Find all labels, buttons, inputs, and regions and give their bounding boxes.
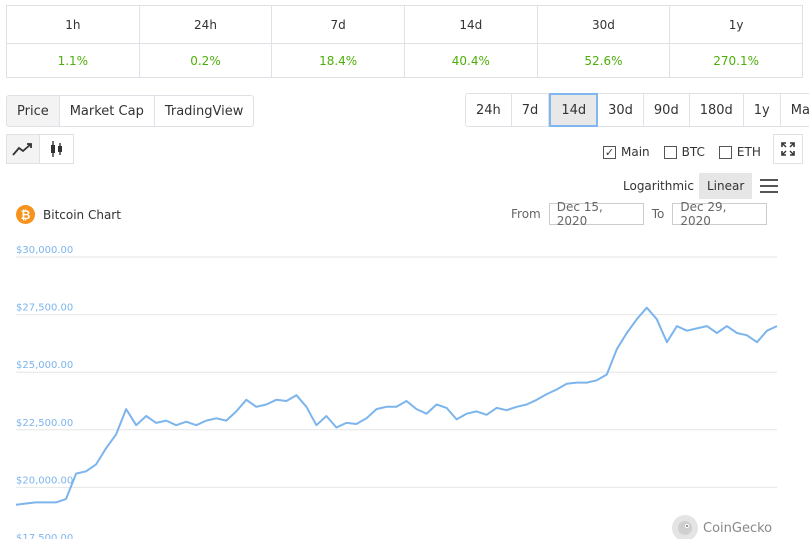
y-tick-label: $22,500.00	[16, 418, 73, 429]
comparison-checkboxes: ✓ Main BTC ETH	[603, 145, 761, 159]
change-header-1h: 1h	[6, 5, 140, 44]
bitcoin-logo-icon: ₿	[16, 205, 35, 224]
range-24h-button[interactable]: 24h	[465, 93, 512, 127]
line-chart-icon	[12, 143, 32, 156]
change-value-7d: 18.4%	[271, 43, 405, 78]
y-tick-label: $17,500.00	[16, 533, 73, 539]
checkbox-eth-label: ETH	[736, 145, 761, 159]
change-header-30d: 30d	[536, 5, 671, 44]
date-range: From Dec 15, 2020 To Dec 29, 2020	[511, 200, 768, 228]
scale-selector: Logarithmic Linear	[618, 173, 779, 199]
coingecko-credit: CoinGecko	[672, 515, 772, 539]
price-change-table: 1h 24h 7d 14d 30d 1y 1.1% 0.2% 18.4% 40.…	[6, 5, 803, 78]
expand-icon	[781, 142, 795, 156]
range-1y-button[interactable]: 1y	[743, 93, 781, 127]
hamburger-menu-icon[interactable]	[760, 179, 779, 193]
fullscreen-button[interactable]	[773, 134, 803, 164]
from-label: From	[511, 207, 541, 221]
change-value-14d: 40.4%	[403, 43, 538, 78]
y-tick-label: $27,500.00	[16, 303, 73, 314]
checkbox-main-label: Main	[621, 145, 650, 159]
range-90d-button[interactable]: 90d	[643, 93, 690, 127]
change-header-7d: 7d	[271, 5, 405, 44]
checkbox-empty-icon	[663, 145, 677, 159]
tab-market-cap[interactable]: Market Cap	[59, 95, 155, 127]
candlestick-chart-button[interactable]	[40, 134, 74, 164]
change-header-24h: 24h	[138, 5, 273, 44]
price-series-line[interactable]	[15, 306, 778, 506]
checkbox-main[interactable]: ✓ Main	[603, 145, 650, 159]
range-selector: 24h 7d 14d 30d 90d 180d 1y Max	[465, 93, 809, 127]
change-value-30d: 52.6%	[536, 43, 671, 78]
checkbox-empty-icon	[718, 145, 732, 159]
range-30d-button[interactable]: 30d	[598, 93, 644, 127]
price-chart[interactable]: $17,500.00 $20,000.00 $22,500.00 $25,000.00…	[0, 235, 809, 539]
y-tick-label: $30,000.00	[16, 245, 73, 256]
chart-tabs: Price Market Cap TradingView	[6, 95, 255, 127]
y-tick-label: $20,000.00	[16, 475, 73, 486]
chart-type-toggle	[6, 134, 74, 164]
line-chart-button[interactable]	[6, 134, 40, 164]
range-180d-button[interactable]: 180d	[689, 93, 744, 127]
linear-button[interactable]: Linear	[699, 173, 753, 199]
y-tick-label: $25,000.00	[16, 360, 73, 371]
checkbox-btc-label: BTC	[681, 145, 705, 159]
to-date-input[interactable]: Dec 29, 2020	[672, 200, 768, 228]
change-value-1h: 1.1%	[6, 43, 140, 78]
to-label: To	[651, 207, 665, 221]
change-header-row: 1h 24h 7d 14d 30d 1y	[6, 5, 803, 44]
check-icon: ✓	[603, 145, 616, 159]
range-7d-button[interactable]: 7d	[511, 93, 550, 127]
chart-heading: ₿ Bitcoin Chart	[16, 205, 121, 224]
gecko-logo-icon	[672, 515, 698, 539]
range-14d-button[interactable]: 14d	[549, 93, 599, 127]
tab-tradingview[interactable]: TradingView	[154, 95, 255, 127]
candlestick-icon	[50, 141, 62, 157]
logarithmic-button[interactable]: Logarithmic	[618, 173, 699, 199]
checkbox-eth[interactable]: ETH	[718, 145, 761, 159]
tab-price[interactable]: Price	[6, 95, 60, 127]
credit-label: CoinGecko	[703, 520, 773, 536]
change-header-14d: 14d	[403, 5, 538, 44]
chart-title: Bitcoin Chart	[43, 207, 121, 222]
change-header-1y: 1y	[669, 5, 803, 44]
from-date-input[interactable]: Dec 15, 2020	[548, 200, 644, 228]
checkbox-btc[interactable]: BTC	[663, 145, 705, 159]
range-max-button[interactable]: Max	[780, 93, 809, 127]
change-value-24h: 0.2%	[138, 43, 273, 78]
change-value-1y: 270.1%	[669, 43, 803, 78]
change-value-row: 1.1% 0.2% 18.4% 40.4% 52.6% 270.1%	[6, 43, 803, 78]
